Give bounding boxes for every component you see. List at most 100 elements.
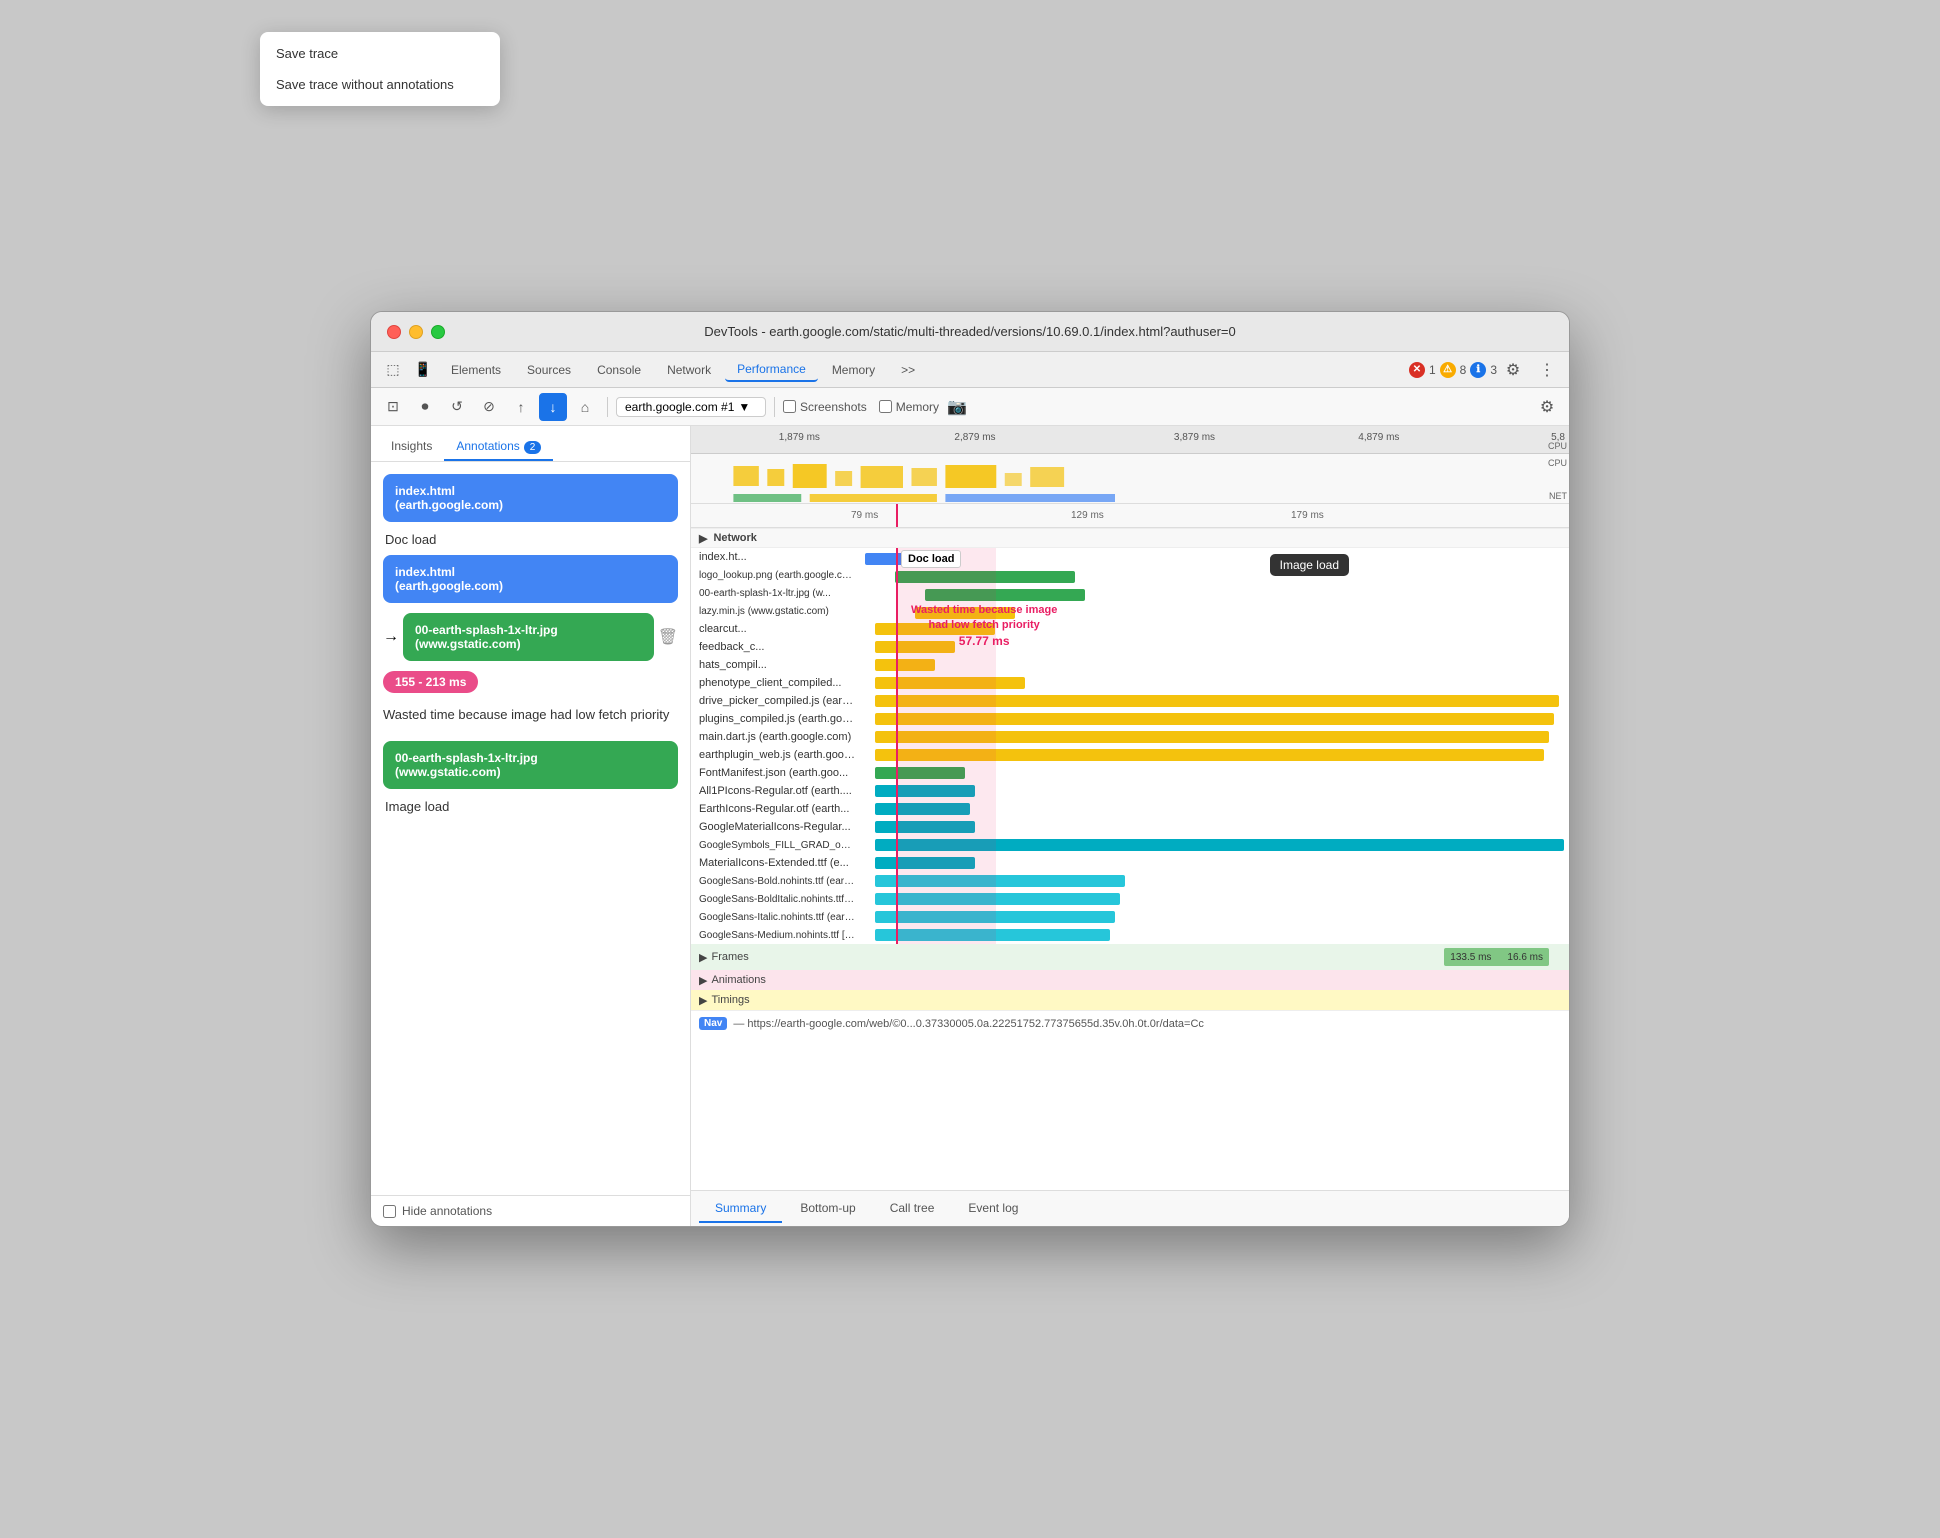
timings-label: Timings [711,994,749,1006]
network-row-gsitalic: GoogleSans-Italic.nohints.ttf (earth.goo… [691,908,1569,926]
tab-event-log[interactable]: Event log [952,1195,1034,1223]
timeline-ruler: 1,879 ms 2,879 ms 3,879 ms 4,879 ms 5,8 … [691,426,1569,454]
minimize-button[interactable] [409,325,423,339]
network-row-googlematerial: GoogleMaterialIcons-Regular... [691,818,1569,836]
annotations-tab[interactable]: Annotations2 [444,433,553,461]
network-time-marker [896,548,898,944]
settings-icon[interactable]: ⚙ [1499,356,1527,384]
tab-bottom-up[interactable]: Bottom-up [784,1195,871,1223]
ruler-79: 79 ms [851,510,878,521]
frames-time-2: 16.6 ms [1507,952,1543,963]
tab-summary[interactable]: Summary [699,1195,782,1223]
url-selector[interactable]: earth.google.com #1 ▼ [616,397,766,417]
network-row-logo: logo_lookup.png (earth.google.com) [691,566,1569,584]
red-count: 1 [1429,363,1436,377]
cpu-bars [691,461,1539,491]
network-rows-container: Doc load index.ht... logo_lookup.png (ea… [691,548,1569,944]
toolbar-settings-icon[interactable]: ⚙ [1533,393,1561,421]
annotation-splash-card: 00-earth-splash-1x-ltr.jpg(www.gstatic.c… [403,613,654,661]
net-label-right: NET [1549,491,1567,501]
net-label-main: main.dart.js (earth.google.com) [695,731,855,743]
device-icon[interactable]: 📱 [409,356,437,384]
timings-row: ▶ Timings [691,990,1569,1010]
screenshots-label: Screenshots [800,400,867,414]
tab-performance[interactable]: Performance [725,358,818,382]
net-label-hats: hats_compil... [695,659,855,671]
animations-row: ▶ Animations [691,970,1569,990]
annotation-title-2: index.html(earth.google.com) [395,565,503,593]
cpu-label-right: CPU [1548,458,1567,468]
network-row-clearcut: clearcut... [691,620,1569,638]
annotation-title-4: 00-earth-splash-1x-ltr.jpg(www.gstatic.c… [395,751,538,779]
network-row-main: main.dart.js (earth.google.com) [691,728,1569,746]
clear-icon[interactable]: ⊘ [475,393,503,421]
time-marker-line [896,504,898,527]
net-label-feedback: feedback_c... [695,641,855,653]
frames-label: Frames [711,951,748,963]
tab-console[interactable]: Console [585,359,653,381]
insights-tab[interactable]: Insights [379,433,444,461]
expand-frames-icon[interactable]: ▶ [699,951,707,964]
record-stop-icon[interactable]: ⊡ [379,393,407,421]
devtools-window: DevTools - earth.google.com/static/multi… [370,311,1570,1227]
right-panel: 1,879 ms 2,879 ms 3,879 ms 4,879 ms 5,8 … [691,426,1569,1226]
tab-memory[interactable]: Memory [820,359,887,381]
wasted-overlay [896,548,996,944]
network-row-drive: drive_picker_compiled.js (earth.google.c… [691,692,1569,710]
tab-sources[interactable]: Sources [515,359,583,381]
doc-load-tooltip: Doc load [901,550,961,568]
delete-annotation-icon[interactable]: 🗑 [658,627,678,647]
time-range-badge: 155 - 213 ms [383,671,478,693]
tab-network[interactable]: Network [655,359,723,381]
close-button[interactable] [387,325,401,339]
camera-icon[interactable]: 📷 [943,393,971,421]
screenshots-checkbox[interactable] [783,400,796,413]
network-row-index: index.ht... [691,548,1569,566]
window-title: DevTools - earth.google.com/static/multi… [704,324,1235,339]
tab-elements[interactable]: Elements [439,359,513,381]
net-label-googlesymbols: GoogleSymbols_FILL_GRAD_opsz_wght.ttf (e… [695,840,855,851]
network-row-gsbolditalic: GoogleSans-BoldItalic.nohints.ttf (earth… [691,890,1569,908]
memory-checkbox[interactable] [879,400,892,413]
inspect-icon[interactable]: ⬚ [379,356,407,384]
expand-timings-icon[interactable]: ▶ [699,994,707,1007]
time-badge-container: 155 - 213 ms [383,671,678,699]
network-row-phenotype: phenotype_client_compiled... [691,674,1569,692]
close-ruler: 79 ms 129 ms 179 ms [691,504,1569,528]
error-count[interactable]: ✕ [1409,362,1425,378]
info-count[interactable]: ℹ [1470,362,1486,378]
network-row-splash: 00-earth-splash-1x-ltr.jpg (w... Image l… [691,584,1569,602]
maximize-button[interactable] [431,325,445,339]
record-icon[interactable]: ⏺ [411,393,439,421]
network-section-header: ▶ Network [691,528,1569,548]
tab-more[interactable]: >> [889,359,927,381]
main-content: Insights Annotations2 index.html(earth.g… [371,426,1569,1226]
net-label-logo: logo_lookup.png (earth.google.com) [695,570,855,581]
ruler-129: 129 ms [1071,510,1104,521]
network-header-label: Network [713,532,756,544]
hide-annotations-checkbox[interactable] [383,1205,396,1218]
download-button[interactable]: ↓ [539,393,567,421]
network-row-fontmanifest: FontManifest.json (earth.goo... [691,764,1569,782]
arrow-icon: → [383,628,399,646]
network-expand-icon[interactable]: ▶ [699,532,707,545]
url-selector-label: earth.google.com #1 [625,400,734,414]
more-options-icon[interactable]: ⋮ [1533,356,1561,384]
titlebar: DevTools - earth.google.com/static/multi… [371,312,1569,352]
screenshots-checkbox-group: Screenshots [783,400,867,414]
annotations-badge: 2 [524,441,542,454]
net-label-index: index.ht... [695,551,855,563]
tab-call-tree[interactable]: Call tree [874,1195,951,1223]
net-label-drive: drive_picker_compiled.js (earth.google.c… [695,695,855,707]
expand-animations-icon[interactable]: ▶ [699,974,707,987]
net-label-fontmanifest: FontManifest.json (earth.goo... [695,767,855,779]
net-label-googlematerial: GoogleMaterialIcons-Regular... [695,821,855,833]
network-row-hats: hats_compil... [691,656,1569,674]
refresh-icon[interactable]: ↺ [443,393,471,421]
warning-count[interactable]: ⚠ [1440,362,1456,378]
memory-label: Memory [896,400,939,414]
upload-icon[interactable]: ↑ [507,393,535,421]
network-row-gsbold: GoogleSans-Bold.nohints.ttf (earth.googl… [691,872,1569,890]
home-icon[interactable]: ⌂ [571,393,599,421]
ms-2879: 2,879 ms [954,432,995,443]
